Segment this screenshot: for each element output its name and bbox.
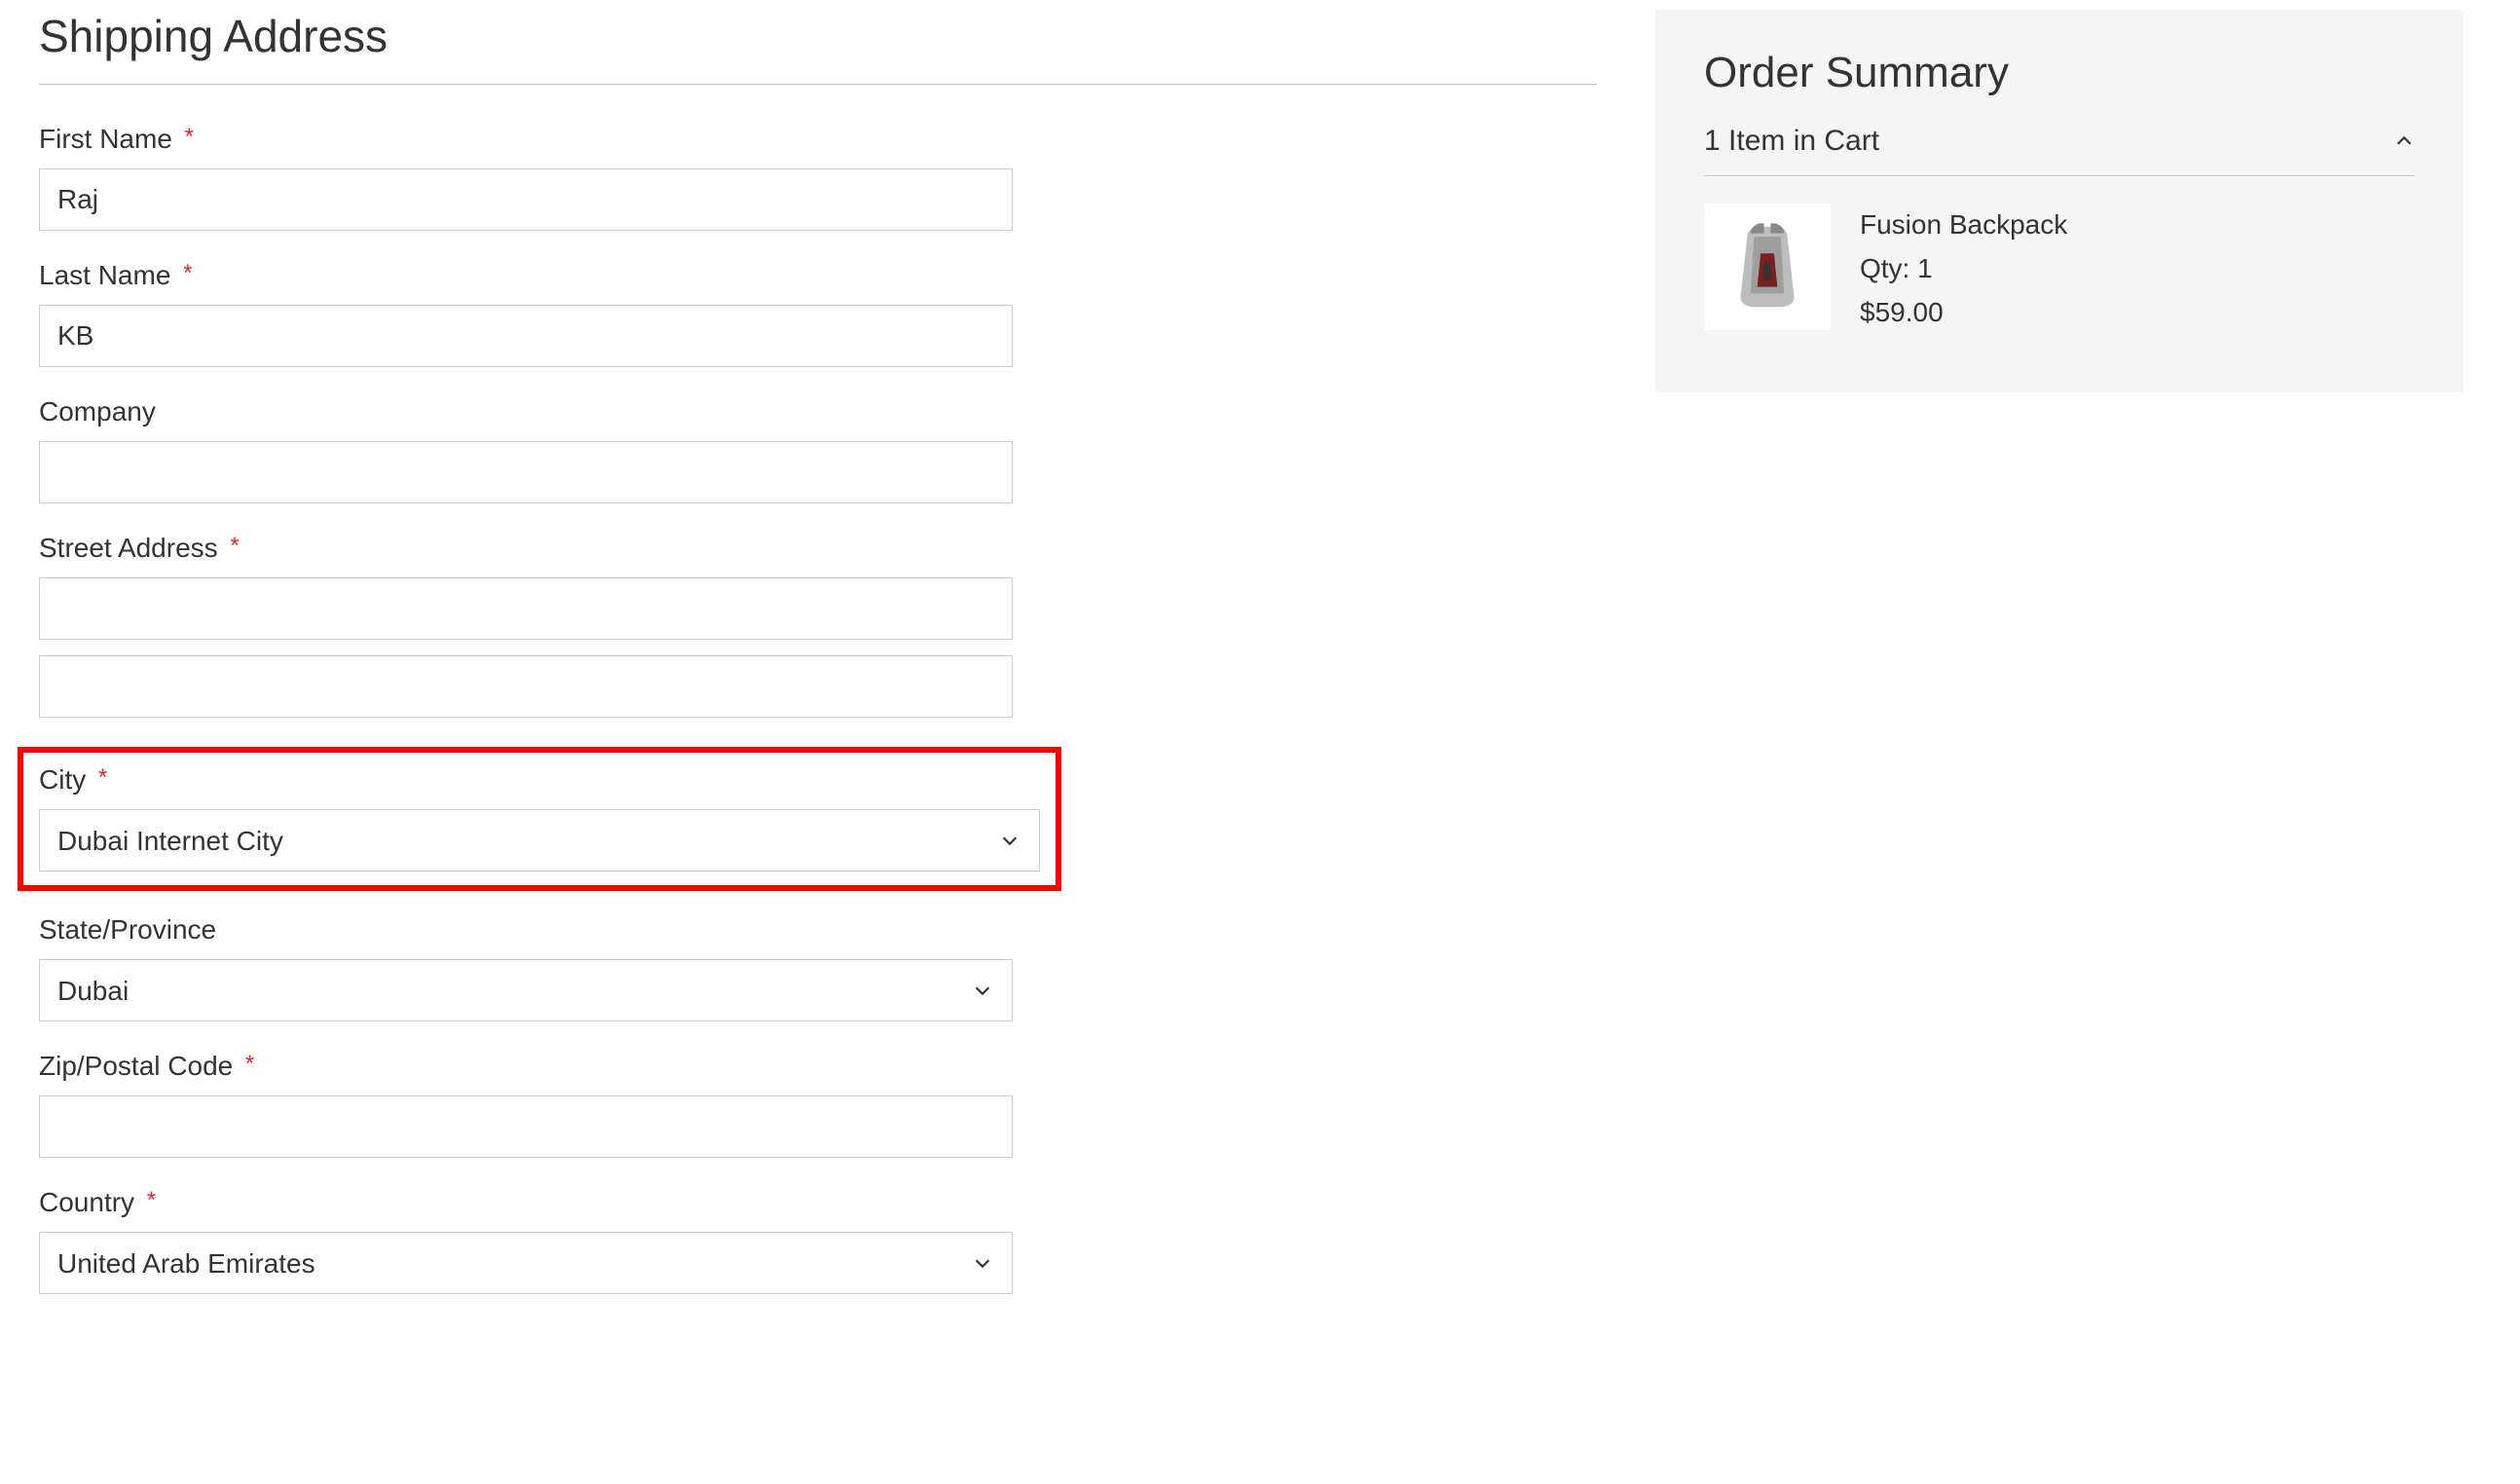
last-name-label: Last Name — [39, 260, 1597, 291]
zip-label: Zip/Postal Code — [39, 1051, 1597, 1082]
section-title: Shipping Address — [39, 10, 1597, 85]
city-label: City — [39, 764, 1040, 796]
street-address-field: Street Address — [39, 533, 1597, 718]
country-label: Country — [39, 1187, 1597, 1218]
cart-items-count: 1 Item in Cart — [1704, 125, 1879, 158]
company-label: Company — [39, 396, 1597, 427]
street-address-label: Street Address — [39, 533, 1597, 564]
cart-item-name: Fusion Backpack — [1860, 204, 2067, 247]
order-summary-sidebar: Order Summary 1 Item in Cart — [1655, 10, 2464, 1323]
last-name-input[interactable] — [39, 305, 1013, 367]
order-summary-title: Order Summary — [1704, 49, 2415, 97]
cart-item-qty: Qty: 1 — [1860, 247, 2067, 291]
zip-field: Zip/Postal Code — [39, 1051, 1597, 1158]
state-field: State/Province Dubai — [39, 914, 1597, 1021]
city-field-highlight: City Dubai Internet City — [18, 747, 1061, 891]
city-select[interactable]: Dubai Internet City — [39, 809, 1040, 872]
shipping-address-section: Shipping Address First Name Last Name Co… — [39, 10, 1597, 1323]
zip-input[interactable] — [39, 1095, 1013, 1158]
last-name-field: Last Name — [39, 260, 1597, 367]
country-select[interactable]: United Arab Emirates — [39, 1232, 1013, 1294]
cart-item-price: $59.00 — [1860, 291, 2067, 335]
country-field: Country United Arab Emirates — [39, 1187, 1597, 1294]
first-name-field: First Name — [39, 124, 1597, 231]
company-field: Company — [39, 396, 1597, 503]
street-address-line1-input[interactable] — [39, 577, 1013, 640]
product-thumbnail — [1704, 204, 1831, 330]
street-address-line2-input[interactable] — [39, 655, 1013, 718]
cart-items-toggle[interactable]: 1 Item in Cart — [1704, 125, 2415, 176]
first-name-input[interactable] — [39, 168, 1013, 231]
chevron-up-icon — [2393, 130, 2415, 152]
company-input[interactable] — [39, 441, 1013, 503]
state-label: State/Province — [39, 914, 1597, 946]
cart-item: Fusion Backpack Qty: 1 $59.00 — [1704, 204, 2415, 334]
state-select[interactable]: Dubai — [39, 959, 1013, 1021]
first-name-label: First Name — [39, 124, 1597, 155]
